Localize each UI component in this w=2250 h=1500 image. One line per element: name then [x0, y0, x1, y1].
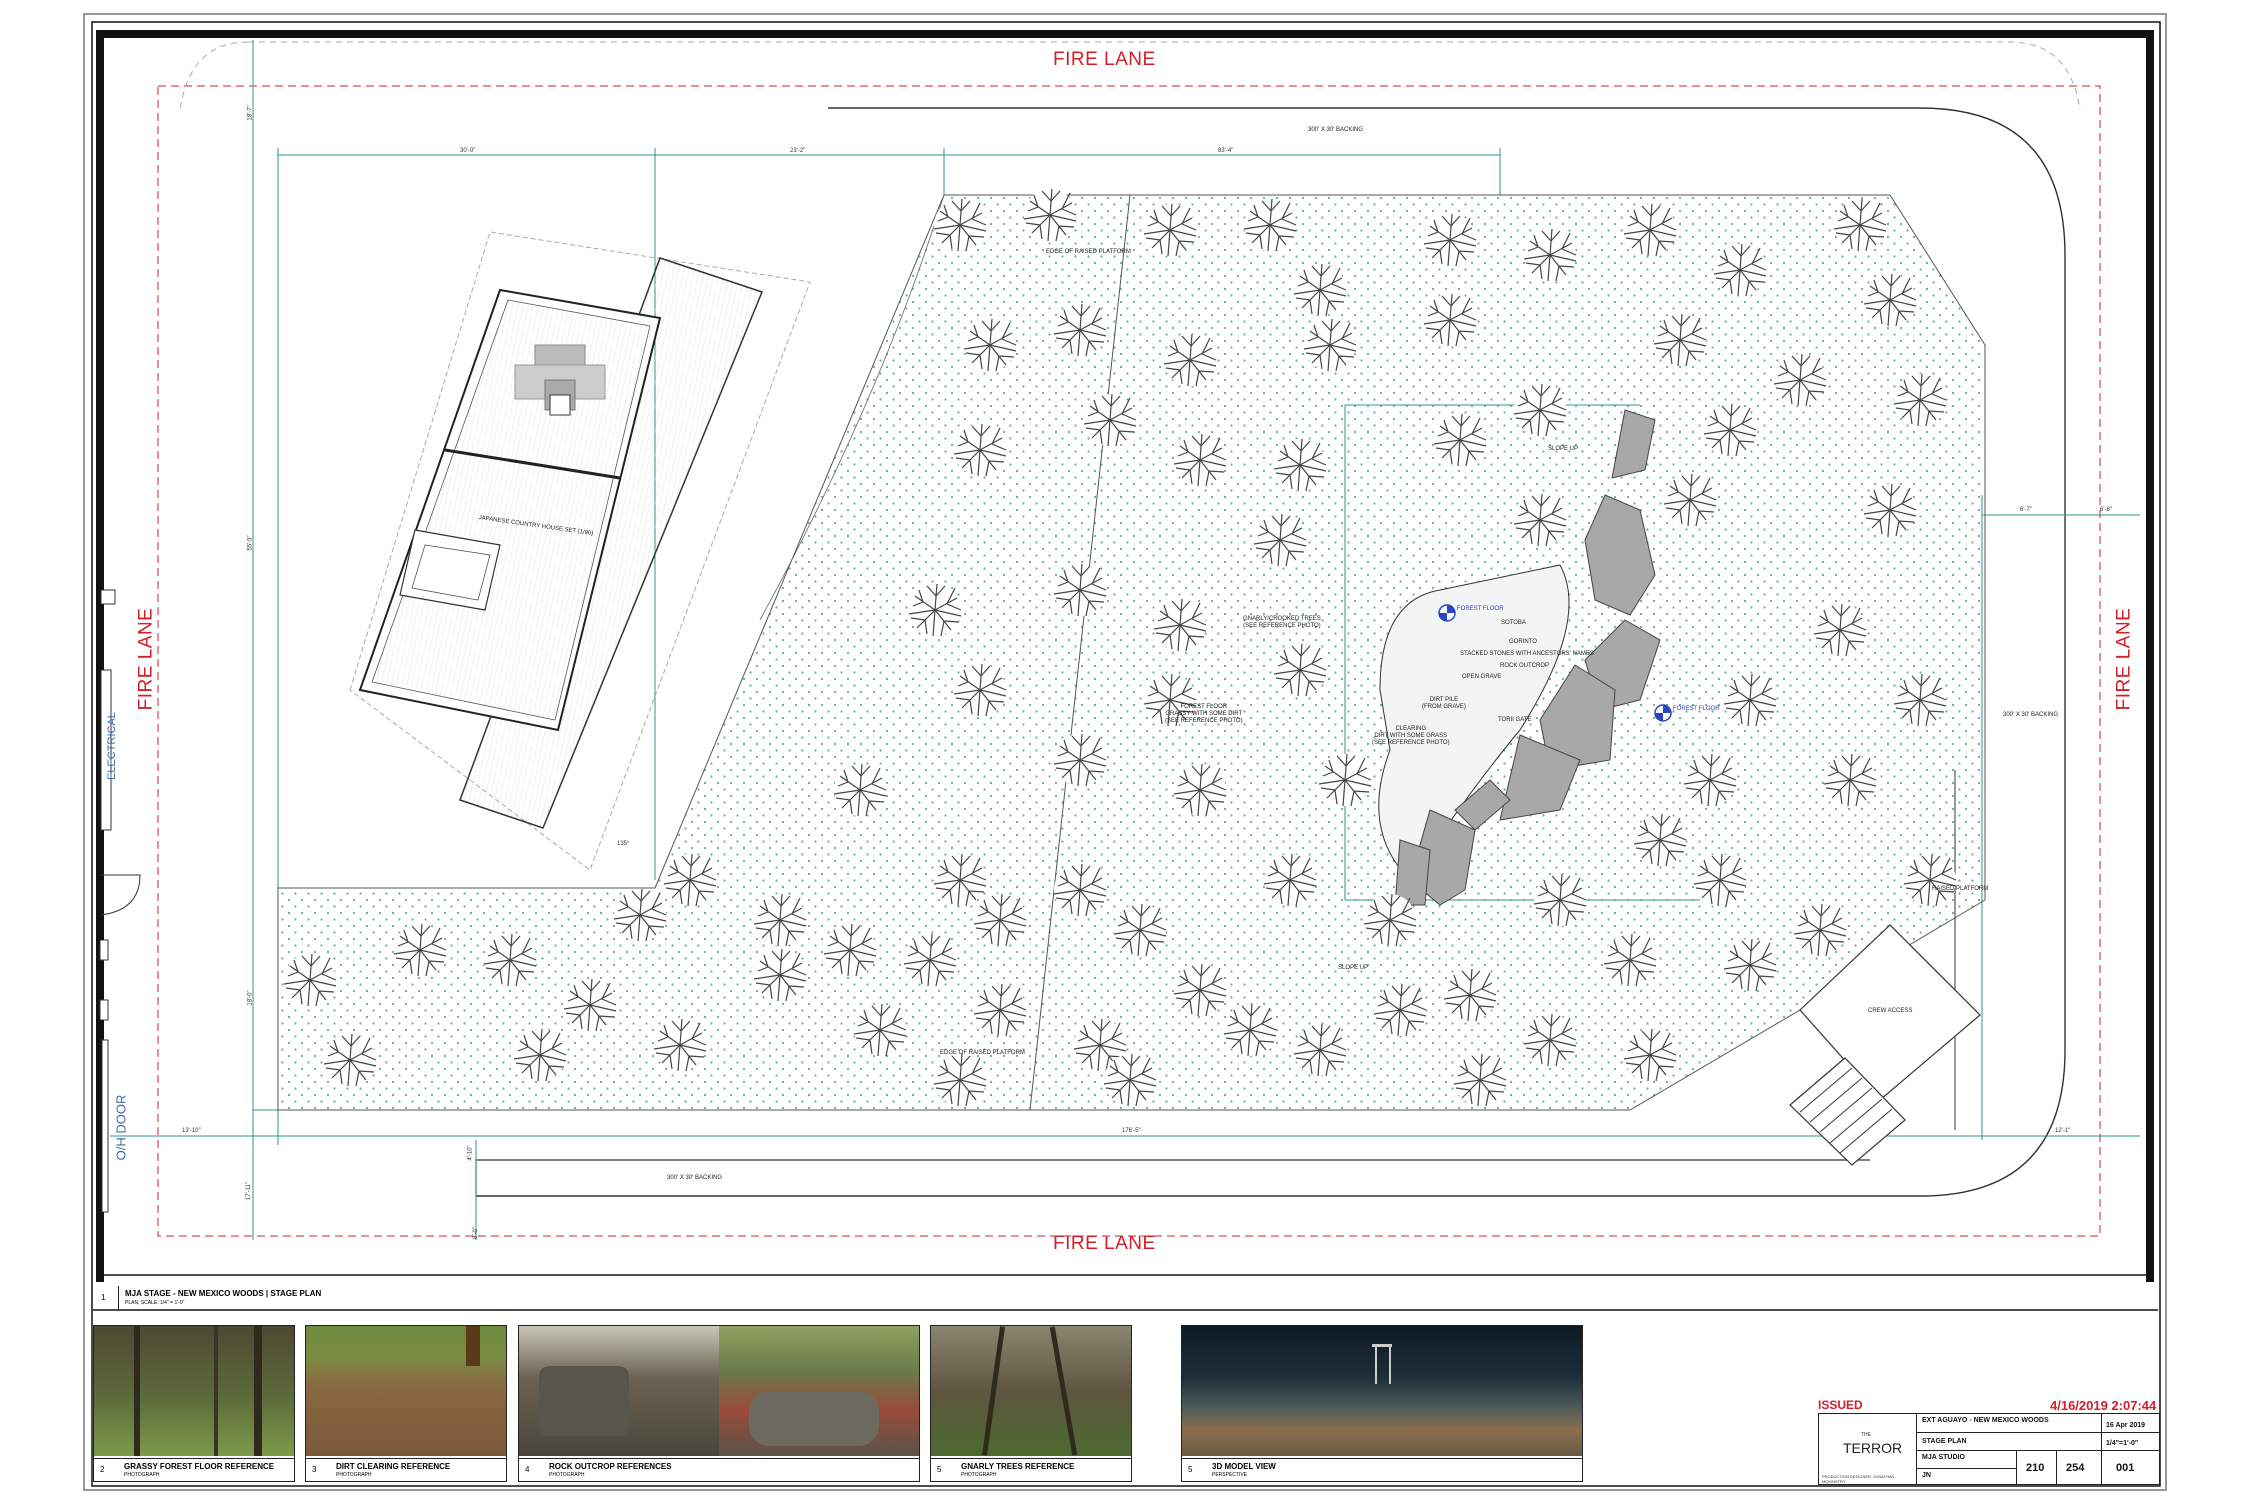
- photo-3d-model: 5 3D MODEL VIEW PERSPECTIVE: [1181, 1325, 1583, 1482]
- photo-grassy-forest: 2 GRASSY FOREST FLOOR REFERENCE PHOTOGRAPH: [93, 1325, 295, 1482]
- show-name: TERROR: [1843, 1440, 1903, 1456]
- clearing-label: CLEARING DIRT WITH SOME GRASS (SEE REFER…: [1372, 726, 1450, 746]
- edge-platform-top-label: EDGE OF RAISED PLATFORM: [1046, 249, 1131, 255]
- crew-access-label: CREW ACCESS: [1868, 1008, 1913, 1014]
- dirt-pile-label: DIRT PILE (FROM GRAVE): [1422, 697, 1466, 710]
- dim-12-1: 12'-1": [2055, 1128, 2071, 1134]
- date: 16 Apr 2019: [2106, 1422, 2146, 1429]
- dim-8: 8'-0": [472, 1227, 479, 1239]
- drawing-name: STAGE PLAN: [1922, 1438, 1967, 1445]
- oh-door-label: O/H DOOR: [113, 1094, 129, 1161]
- drawing-title: 1 MJA STAGE - NEW MEXICO WOODS | STAGE P…: [93, 1286, 2160, 1310]
- issued-timestamp: 4/16/2019 2:07:44: [2050, 1398, 2157, 1413]
- drawn-by: JN: [1922, 1472, 1931, 1479]
- episode: 210: [2026, 1462, 2045, 1474]
- dim-angle: 135°: [617, 841, 630, 847]
- dim-17-11: 17'-11": [246, 1181, 253, 1201]
- fire-lane-bottom: FIRE LANE: [1053, 1233, 1156, 1254]
- dim-4-10: 4'-10": [467, 1145, 474, 1161]
- drawing-number: 1: [101, 1293, 106, 1302]
- gorinto-label: GORINTO: [1509, 639, 1537, 645]
- slope-up-top-label: SLOPE UP: [1548, 446, 1579, 452]
- stacked-stones-label: STACKED STONES WITH ANCESTORS' NAMES: [1460, 651, 1594, 657]
- issued-label: ISSUED: [1818, 1398, 1863, 1412]
- edge-platform-bottom-label: EDGE OF RAISED PLATFORM: [940, 1050, 1025, 1056]
- rock-outcrop-label: ROCK OUTCROP: [1500, 663, 1550, 669]
- dim-55: 55'-5": [247, 535, 254, 551]
- scale: 1/4"=1'-0": [2106, 1440, 2139, 1447]
- title-block: THE TERROR PRODUCTION DESIGNER: JONATHAN…: [1818, 1413, 2160, 1485]
- torii-gate-label: TORII GATE: [1498, 717, 1532, 723]
- location: MJA STUDIO: [1922, 1454, 1965, 1461]
- raised-platform-label: RAISED PLATFORM: [1932, 886, 1989, 892]
- drawing-title-text: MJA STAGE - NEW MEXICO WOODS | STAGE PLA…: [125, 1289, 322, 1298]
- forest-floor-marker-2-label: FOREST FLOOR: [1673, 706, 1720, 712]
- drawing-title-sub: PLAN, SCALE: 1/4" = 1'-0": [125, 1300, 185, 1306]
- backing-top-label: 300' X 30' BACKING: [1308, 127, 1363, 133]
- forest-floor-note: FOREST FLOOR GRASSY WITH SOME DIRT (SEE …: [1165, 704, 1243, 724]
- backing-right-label: 300' X 30' BACKING: [2003, 712, 2058, 718]
- dim-13-10: 13'-10": [182, 1128, 201, 1134]
- sheet-number: 001: [2116, 1462, 2135, 1474]
- set-name: EXT AGUAYO - NEW MEXICO WOODS: [1922, 1417, 2049, 1424]
- fire-lane-right: FIRE LANE: [2113, 607, 2135, 711]
- dim-18: 18'-0": [247, 990, 254, 1006]
- slope-up-bottom-label: SLOPE UP: [1338, 965, 1369, 971]
- dim-18-7: 18'-7": [247, 105, 254, 121]
- electrical-label: ELECTRICAL: [105, 712, 118, 780]
- fire-lane-top: FIRE LANE: [1053, 49, 1156, 70]
- photo-gnarly-trees: 5 GNARLY TREES REFERENCE PHOTOGRAPH: [930, 1325, 1132, 1482]
- fire-lane-left: FIRE LANE: [135, 607, 157, 711]
- photo-dirt-clearing: 3 DIRT CLEARING REFERENCE PHOTOGRAPH: [305, 1325, 507, 1482]
- dim-23: 23'-2": [790, 148, 806, 154]
- sotoba-label: SOTOBA: [1501, 620, 1526, 626]
- stage-plan-drawing: [83, 13, 2167, 1491]
- dim-30: 30'-0": [460, 148, 476, 154]
- dim-83: 83'-4": [1218, 148, 1234, 154]
- dim-176: 176'-5": [1122, 1128, 1141, 1134]
- set-number: 254: [2066, 1462, 2085, 1474]
- dim-6-7: 6'-7": [2020, 507, 2032, 513]
- show-small: THE: [1861, 1432, 1871, 1438]
- photo-rock-outcrop: 4 ROCK OUTCROP REFERENCES PHOTOGRAPH: [518, 1325, 920, 1482]
- designer: PRODUCTION DESIGNER: JONATHAN MCKINSTRY: [1822, 1474, 1895, 1484]
- gnarly-trees-label: GNARLY/CROOKED TREES (SEE REFERENCE PHOT…: [1243, 616, 1321, 629]
- forest-floor-marker-1-label: FOREST FLOOR: [1457, 606, 1504, 612]
- open-grave-label: OPEN GRAVE: [1462, 674, 1502, 680]
- dim-6-8: 6'-8": [2100, 507, 2112, 513]
- backing-bottom-label: 300' X 30' BACKING: [667, 1175, 722, 1181]
